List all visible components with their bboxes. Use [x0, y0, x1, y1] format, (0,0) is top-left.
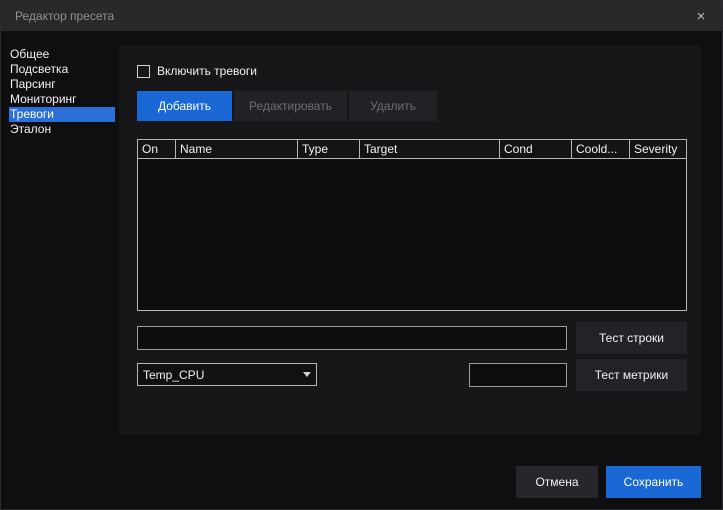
column-header-name[interactable]: Name: [176, 140, 298, 158]
sidebar-item-backlight[interactable]: Подсветка: [9, 62, 115, 77]
test-metric-button[interactable]: Тест метрики: [576, 359, 687, 391]
column-header-severity[interactable]: Severity: [630, 140, 686, 158]
sidebar-item-etalon[interactable]: Эталон: [9, 122, 115, 137]
alarms-table: On Name Type Target Cond Coold... Severi…: [137, 139, 687, 311]
column-header-cond[interactable]: Cond: [500, 140, 572, 158]
save-button[interactable]: Сохранить: [606, 466, 701, 498]
enable-alarms-row: Включить тревоги: [137, 64, 257, 78]
column-header-cooldown[interactable]: Coold...: [572, 140, 630, 158]
sidebar: Общее Подсветка Парсинг Мониторинг Трево…: [9, 47, 115, 137]
alarms-toolbar: Добавить Редактировать Удалить: [137, 91, 437, 121]
sidebar-item-monitoring[interactable]: Мониторинг: [9, 92, 115, 107]
cancel-button[interactable]: Отмена: [516, 466, 598, 498]
add-button[interactable]: Добавить: [137, 91, 232, 121]
close-icon[interactable]: ×: [688, 4, 714, 28]
sidebar-item-alarms[interactable]: Тревоги: [9, 107, 115, 122]
test-metric-input[interactable]: [469, 363, 567, 387]
metric-combobox[interactable]: Temp_CPU: [137, 363, 317, 386]
alarms-table-body[interactable]: [138, 159, 686, 310]
column-header-target[interactable]: Target: [360, 140, 500, 158]
column-header-on[interactable]: On: [138, 140, 176, 158]
metric-combobox-value: Temp_CPU: [143, 367, 205, 382]
alarms-panel: Включить тревоги Добавить Редактировать …: [119, 45, 701, 435]
preset-editor-dialog: Редактор пресета × Общее Подсветка Парси…: [0, 0, 723, 510]
column-header-type[interactable]: Type: [298, 140, 360, 158]
test-string-input[interactable]: [137, 326, 567, 350]
sidebar-item-general[interactable]: Общее: [9, 47, 115, 62]
enable-alarms-label: Включить тревоги: [157, 64, 258, 78]
chevron-down-icon: [298, 372, 316, 377]
sidebar-item-parsing[interactable]: Парсинг: [9, 77, 115, 92]
test-string-button[interactable]: Тест строки: [576, 322, 687, 354]
edit-button[interactable]: Редактировать: [234, 91, 347, 121]
alarms-table-header: On Name Type Target Cond Coold... Severi…: [138, 140, 686, 159]
enable-alarms-checkbox[interactable]: [137, 64, 150, 78]
window-title: Редактор пресета: [15, 9, 115, 23]
title-bar: Редактор пресета ×: [1, 1, 722, 31]
delete-button[interactable]: Удалить: [349, 91, 437, 121]
